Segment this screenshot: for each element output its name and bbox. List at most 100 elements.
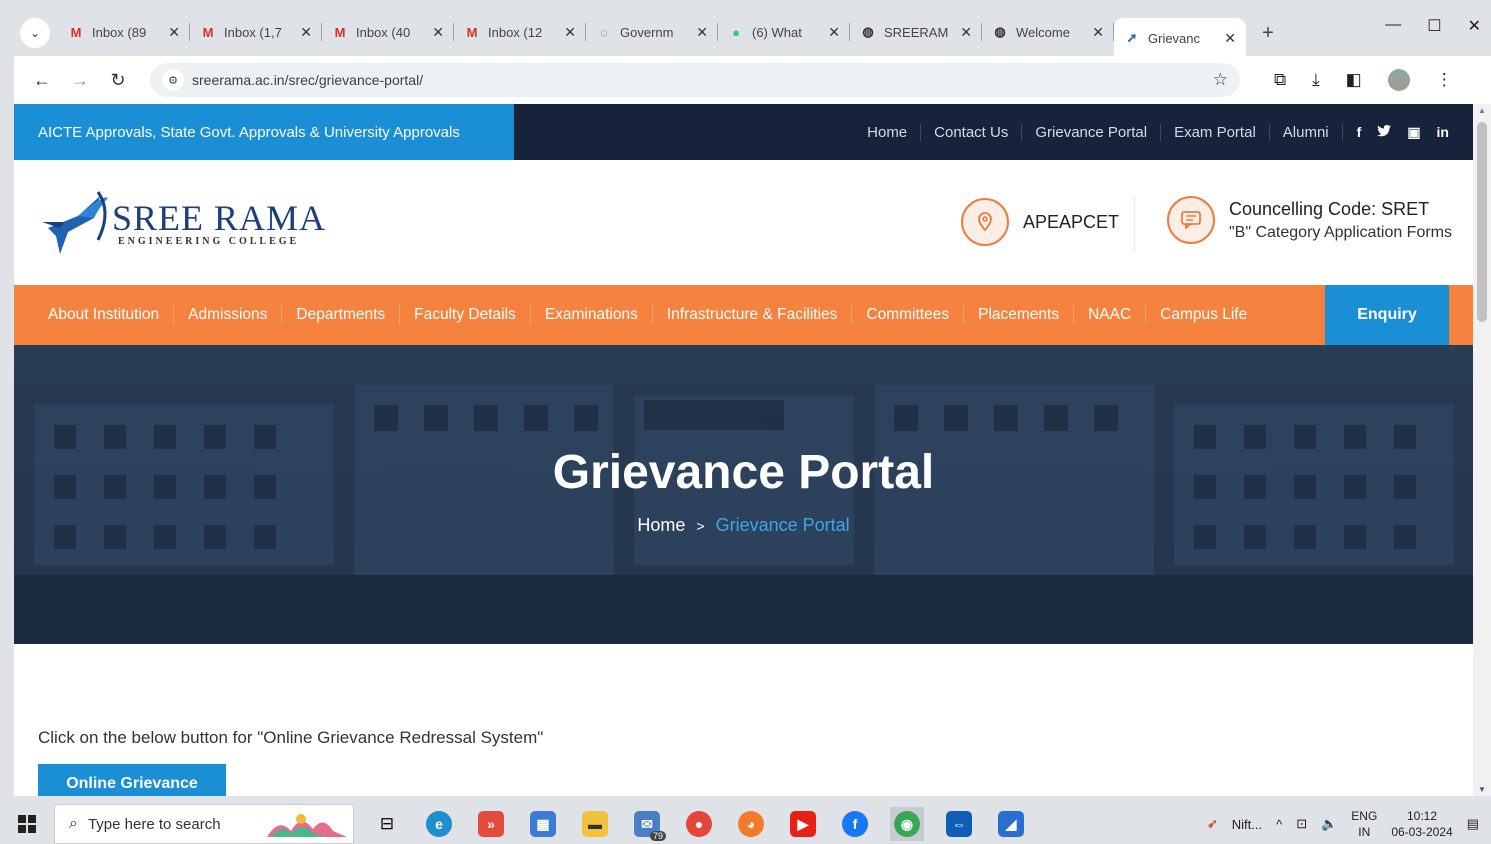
browser-tab[interactable]: M Inbox (12 ✕ [454,14,586,50]
linkedin-icon[interactable]: in [1437,124,1449,141]
tab-close-icon[interactable]: ✕ [1092,24,1104,41]
nav-campus-life[interactable]: Campus Life [1146,305,1261,325]
nav-placements[interactable]: Placements [964,305,1075,325]
network-icon[interactable]: ⊡ [1296,816,1307,832]
browser-tab[interactable]: ➚ Grievanc ✕ [1114,18,1246,58]
nav-examinations[interactable]: Examinations [531,305,653,325]
bookmark-star-icon[interactable]: ☆ [1213,70,1228,90]
minimize-icon[interactable]: — [1385,16,1401,36]
address-bar[interactable]: ⚙ sreerama.ac.in/srec/grievance-portal/ … [150,63,1240,97]
forward-arrow-icon[interactable]: → [64,70,96,91]
facebook-icon[interactable]: f [1357,124,1362,141]
tab-close-icon[interactable]: ✕ [828,24,840,41]
mail-icon[interactable]: ✉ 79 [630,807,666,841]
reload-icon[interactable]: ↻ [102,70,134,91]
college-icon: ➚ [1126,30,1138,45]
top-link-alumni[interactable]: Alumni [1270,123,1343,141]
gmail-icon: M [70,24,82,40]
youtube-app-icon[interactable]: ▶ [786,807,820,841]
counselling-info[interactable]: Councelling Code: SRET "B" Category Appl… [1167,196,1452,244]
nav-naac[interactable]: NAAC [1074,305,1147,325]
back-arrow-icon[interactable]: ← [26,70,58,91]
firefox-icon[interactable]: ◕ [734,807,768,841]
browser-tab[interactable]: ◍ Welcome ✕ [982,14,1114,50]
site-info-icon[interactable]: ⚙ [162,69,184,91]
browser-tab[interactable]: ◌ Governm ✕ [586,14,718,50]
nifty-label[interactable]: Nift... [1232,817,1262,832]
anydesk-icon[interactable]: » [474,807,508,841]
chrome-active-icon[interactable]: ◉ [890,807,924,841]
top-link-exam[interactable]: Exam Portal [1161,123,1270,141]
close-window-icon[interactable]: ✕ [1468,16,1481,36]
browser-tab[interactable]: M Inbox (1,7 ✕ [190,14,322,50]
tab-close-icon[interactable]: ✕ [696,24,708,41]
top-link-grievance[interactable]: Grievance Portal [1022,123,1162,141]
tab-search-button[interactable]: ⌄ [20,18,50,48]
volume-icon[interactable]: 🔈 [1321,816,1337,832]
menu-kebab-icon[interactable]: ⋮ [1436,70,1453,90]
toolbar-actions: ⧉ ⤓ ◧ ⋮ [1274,69,1453,91]
task-view-icon[interactable]: ⊟ [370,807,404,841]
maximize-icon[interactable]: ☐ [1427,16,1441,36]
tab-close-icon[interactable]: ✕ [300,24,312,41]
site-header: SREE RAMA ENGINEERING COLLEGE APEAPCET C… [14,160,1473,285]
category-forms-link[interactable]: "B" Category Application Forms [1229,224,1452,242]
window-controls: — ☐ ✕ [1385,16,1481,36]
twitter-icon[interactable] [1377,124,1392,141]
scroll-up-icon[interactable]: ▲ [1478,106,1486,115]
breadcrumb-home[interactable]: Home [637,515,685,535]
page-scrollbar[interactable]: ▲ ▼ [1473,104,1491,796]
edge-icon[interactable]: e [422,807,456,841]
nav-about[interactable]: About Institution [34,305,175,325]
enquiry-button[interactable]: Enquiry [1325,285,1449,345]
nav-infrastructure[interactable]: Infrastructure & Facilities [653,305,853,325]
browser-tab[interactable]: M Inbox (89 ✕ [58,14,190,50]
facebook-app-icon[interactable]: f [838,807,872,841]
taskbar-search[interactable]: ⌕ Type here to search [54,804,354,844]
scroll-down-icon[interactable]: ▼ [1478,785,1486,794]
profile-avatar[interactable] [1387,69,1410,91]
notifications-icon[interactable]: ▤ [1467,816,1479,832]
breadcrumb-current: Grievance Portal [715,515,850,535]
youtube-icon[interactable]: ▣ [1407,124,1420,141]
header-divider [1134,196,1135,252]
browser-tab[interactable]: ◍ SREERAM ✕ [850,14,982,50]
teamviewer-icon[interactable]: ⇔ [942,807,976,841]
scrollbar-thumb[interactable] [1477,122,1487,322]
clock[interactable]: 10:12 06-03-2024 [1391,808,1452,840]
file-explorer-icon[interactable]: ▬ [578,807,612,841]
apeapcet-info[interactable]: APEAPCET [961,198,1119,246]
side-panel-icon[interactable]: ◧ [1346,70,1362,90]
logo-mark-icon [42,191,108,254]
nifty-widget-icon[interactable]: ➶ [1207,816,1218,832]
top-link-home[interactable]: Home [854,123,922,141]
nav-departments[interactable]: Departments [282,305,401,325]
tab-title: Inbox (40 [356,24,411,40]
tray-chevron-icon[interactable]: ^ [1276,817,1282,832]
college-logo[interactable]: SREE RAMA ENGINEERING COLLEGE [38,188,326,258]
browser-tab[interactable]: ● (6) What ✕ [718,14,850,50]
windows-start-icon[interactable] [0,804,54,844]
tab-strip: ⌄ M Inbox (89 ✕ M Inbox (1,7 ✕ M Inbox (40 ✕ M Inb… [14,10,1491,58]
download-icon[interactable]: ⤓ [1312,70,1320,90]
url-text[interactable]: sreerama.ac.in/srec/grievance-portal/ [192,72,1213,88]
online-grievance-button[interactable]: Online Grievance [38,764,226,796]
language-indicator[interactable]: ENG IN [1351,808,1377,840]
tab-close-icon[interactable]: ✕ [960,24,972,41]
language-code: ENG [1351,809,1378,823]
store-icon[interactable]: ▦ [526,807,560,841]
tab-close-icon[interactable]: ✕ [564,24,576,41]
browser-tab[interactable]: M Inbox (40 ✕ [322,14,454,50]
tab-close-icon[interactable]: ✕ [1224,30,1236,47]
nav-admissions[interactable]: Admissions [174,305,283,325]
nav-committees[interactable]: Committees [852,305,965,325]
tab-close-icon[interactable]: ✕ [168,24,180,41]
logo-name: SREE RAMA [112,197,327,238]
chrome-icon[interactable]: ● [682,807,716,841]
top-link-contact[interactable]: Contact Us [921,123,1023,141]
nav-faculty[interactable]: Faculty Details [400,305,531,325]
tab-close-icon[interactable]: ✕ [432,24,444,41]
photos-icon[interactable]: ◢ [994,807,1028,841]
extensions-icon[interactable]: ⧉ [1274,70,1286,90]
new-tab-button[interactable]: + [1254,22,1282,45]
